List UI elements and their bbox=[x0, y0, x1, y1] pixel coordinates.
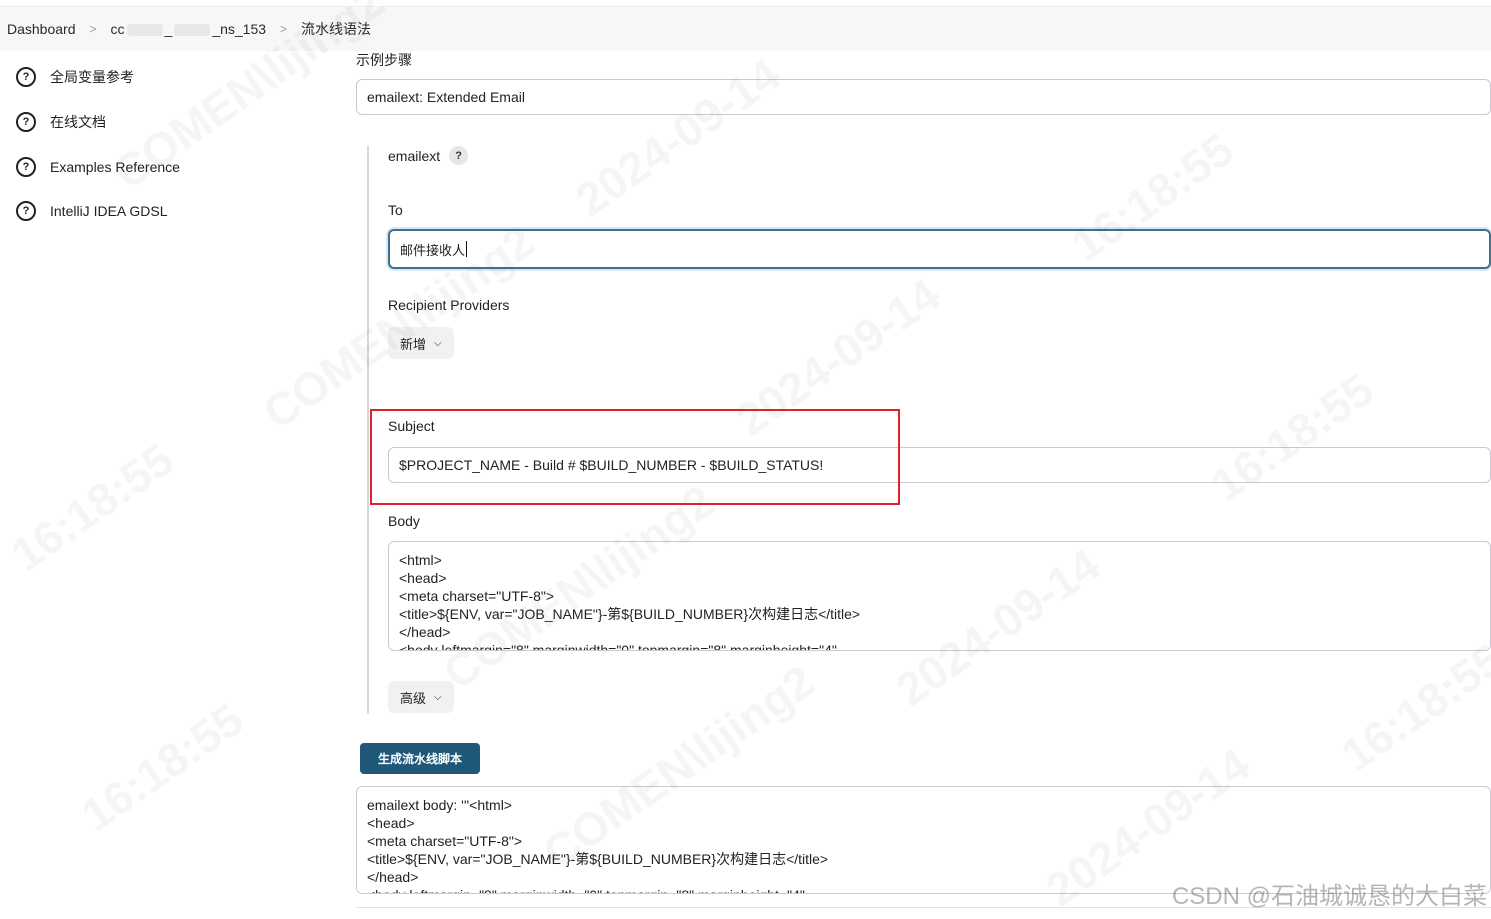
question-circle-icon: ? bbox=[16, 201, 36, 221]
body-textarea[interactable]: <html> <head> <meta charset="UTF-8"> <ti… bbox=[388, 541, 1491, 651]
help-icon[interactable]: ? bbox=[449, 146, 469, 165]
watermark-date: 2024-09-14 bbox=[566, 48, 789, 226]
to-input-value: 邮件接收人 bbox=[400, 242, 466, 258]
breadcrumb-dashboard[interactable]: Dashboard bbox=[7, 21, 76, 37]
to-label: To bbox=[388, 202, 403, 218]
to-input[interactable]: 邮件接收人 bbox=[388, 229, 1491, 269]
breadcrumb-job-start: cc bbox=[110, 21, 125, 37]
annotation-highlight-box bbox=[370, 409, 900, 505]
sidebar-item-intellij-gdsl[interactable]: ? IntelliJ IDEA GDSL bbox=[16, 198, 168, 224]
breadcrumb-chevron-icon: > bbox=[89, 22, 97, 36]
section-divider bbox=[367, 146, 369, 714]
breadcrumb-chevron-icon: > bbox=[280, 22, 288, 36]
breadcrumb-job-mid: _ bbox=[164, 21, 173, 37]
recipient-providers-label: Recipient Providers bbox=[388, 297, 510, 313]
watermark-time: 16:18:55 bbox=[71, 692, 253, 842]
breadcrumb-pipeline-syntax[interactable]: 流水线语法 bbox=[301, 19, 371, 39]
watermark-time: 16:18:55 bbox=[1331, 632, 1491, 782]
sample-step-value: emailext: Extended Email bbox=[367, 89, 525, 105]
blurred-text bbox=[174, 24, 211, 37]
sidebar-item-label: 在线文档 bbox=[50, 114, 106, 130]
breadcrumb-job-end: _ns_153 bbox=[212, 21, 267, 37]
watermark-time: 16:18:55 bbox=[1, 432, 183, 582]
sidebar-item-label: IntelliJ IDEA GDSL bbox=[50, 203, 168, 219]
question-circle-icon: ? bbox=[16, 157, 36, 177]
sidebar-item-label: Examples Reference bbox=[50, 159, 180, 175]
text-caret bbox=[466, 241, 468, 257]
advanced-button[interactable]: 高级 ⌵ bbox=[388, 681, 454, 713]
step-header: emailext ? bbox=[388, 146, 469, 165]
csdn-credit: CSDN @石油城诚恳的大白菜 bbox=[1171, 883, 1487, 910]
body-label: Body bbox=[388, 513, 420, 529]
breadcrumb-job[interactable]: cc _ _ns_153 bbox=[111, 21, 267, 37]
add-recipient-provider-button[interactable]: 新增 ⌵ bbox=[388, 327, 454, 359]
question-circle-icon: ? bbox=[16, 67, 36, 87]
sample-step-select[interactable]: emailext: Extended Email bbox=[356, 79, 1491, 115]
sidebar-item-label: 全局变量参考 bbox=[50, 69, 134, 85]
step-name: emailext bbox=[388, 147, 441, 164]
question-circle-icon: ? bbox=[16, 112, 36, 132]
chevron-down-icon: ⌵ bbox=[434, 337, 442, 349]
advanced-button-label: 高级 bbox=[400, 690, 427, 706]
sample-step-label: 示例步骤 bbox=[356, 52, 412, 68]
blurred-text bbox=[126, 24, 163, 37]
sidebar-item-global-variables[interactable]: ? 全局变量参考 bbox=[16, 64, 134, 90]
watermark-time: 16:18:55 bbox=[1201, 362, 1383, 512]
add-button-label: 新增 bbox=[400, 336, 427, 352]
breadcrumb: Dashboard > cc _ _ns_153 > 流水线语法 bbox=[0, 6, 1491, 51]
generate-pipeline-script-button[interactable]: 生成流水线脚本 bbox=[360, 743, 480, 774]
chevron-down-icon: ⌵ bbox=[434, 691, 442, 703]
sidebar-item-online-docs[interactable]: ? 在线文档 bbox=[16, 109, 106, 135]
sidebar-item-examples-reference[interactable]: ? Examples Reference bbox=[16, 154, 180, 180]
